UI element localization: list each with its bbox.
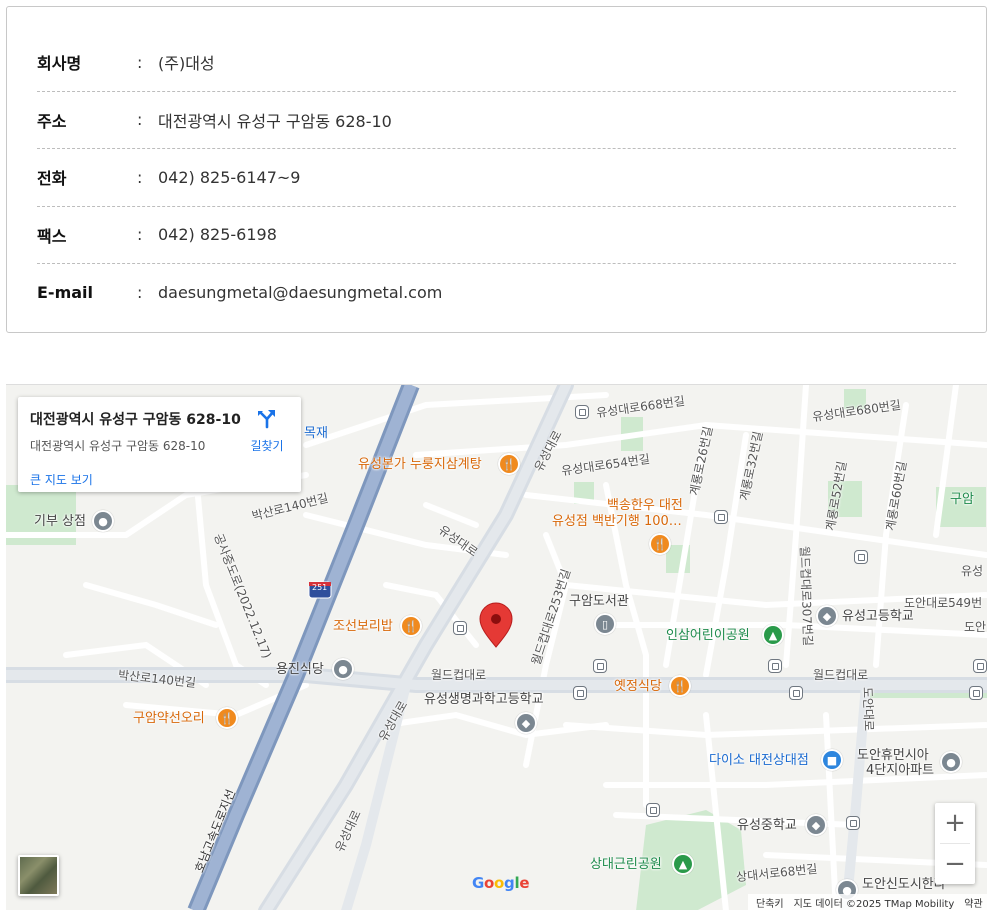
info-row-email: E-mail : daesungmetal@daesungmetal.com xyxy=(37,264,956,322)
info-value: 042) 825-6147~9 xyxy=(158,167,301,187)
map-data-text: 지도 데이터 ©2025 TMap Mobility xyxy=(793,899,955,910)
info-colon: : xyxy=(137,225,143,245)
info-label: 전화 xyxy=(37,169,67,189)
zoom-controls: + − xyxy=(935,803,975,884)
restaurant-icon[interactable]: 🍴 xyxy=(669,675,691,697)
restaurant-icon[interactable]: 🍴 xyxy=(400,615,422,637)
poi-label[interactable]: 조선보리밥 xyxy=(333,620,393,633)
keyboard-shortcuts-link[interactable]: 단축키 xyxy=(756,895,784,910)
poi-label[interactable]: 도안휴먼시아 xyxy=(857,749,929,762)
bus-stop-icon[interactable] xyxy=(453,621,467,635)
restaurant-icon[interactable]: 🍴 xyxy=(498,453,520,475)
poi-label[interactable]: 유성본가 누룽지삼계탕 xyxy=(358,458,482,471)
bus-stop-icon[interactable] xyxy=(789,686,803,700)
road-label: 월드컵대로 xyxy=(431,668,487,682)
info-row-fax: 팩스 : 042) 825-6198 xyxy=(37,207,956,264)
road-label: 도안대로 xyxy=(860,686,876,732)
directions-icon xyxy=(258,410,275,429)
info-colon: : xyxy=(137,167,143,187)
poi-label[interactable]: 유성생명과학고등학교 xyxy=(424,693,544,706)
library-icon[interactable]: ▯ xyxy=(594,613,616,635)
bus-stop-icon[interactable] xyxy=(714,510,728,524)
info-value: (주)대성 xyxy=(158,54,215,74)
poi-label[interactable]: 백송한우 대전 xyxy=(607,499,683,512)
poi-label[interactable]: 구암약선오리 xyxy=(133,712,205,725)
school-icon[interactable]: ◆ xyxy=(805,814,827,836)
poi-label[interactable]: 인삼어린이공원 xyxy=(666,629,750,642)
info-label: 주소 xyxy=(37,111,67,131)
shop-icon[interactable]: ● xyxy=(332,658,354,680)
zoom-out-button[interactable]: − xyxy=(935,844,975,884)
google-logo-letter: g xyxy=(504,874,515,892)
info-row-address: 주소 : 대전광역시 유성구 구암동 628-10 xyxy=(37,92,956,149)
apartment-icon[interactable]: ● xyxy=(940,751,962,773)
satellite-layer-toggle[interactable] xyxy=(18,855,59,896)
info-row-phone: 전화 : 042) 825-6147~9 xyxy=(37,149,956,207)
directions-button[interactable]: 길찾기 xyxy=(245,407,289,454)
restaurant-icon[interactable]: 🍴 xyxy=(649,533,671,555)
road-label: 월드컵대로307번길 xyxy=(797,545,815,647)
poi-label[interactable]: 상대근린공원 xyxy=(590,858,662,871)
poi-label[interactable]: 옛정식당 xyxy=(614,680,662,693)
shopping-bag-icon[interactable]: ■ xyxy=(821,749,843,771)
google-logo: Google xyxy=(472,874,529,892)
bus-stop-icon[interactable] xyxy=(969,686,983,700)
road-label: 도안대로549번 xyxy=(904,596,983,610)
poi-label[interactable]: 유성고등학교 xyxy=(842,610,914,623)
location-marker[interactable] xyxy=(479,602,513,648)
info-row-company: 회사명 : (주)대성 xyxy=(37,34,956,92)
info-colon: : xyxy=(137,283,143,303)
info-value: 대전광역시 유성구 구암동 628-10 xyxy=(158,111,392,131)
bus-stop-icon[interactable] xyxy=(854,550,868,564)
google-logo-letter: o xyxy=(484,874,495,892)
zoom-in-button[interactable]: + xyxy=(935,803,975,843)
google-logo-letter: o xyxy=(494,874,505,892)
poi-label[interactable]: 다이소 대전상대점 xyxy=(709,754,809,767)
bus-stop-icon[interactable] xyxy=(593,659,607,673)
view-larger-map-link[interactable]: 큰 지도 보기 xyxy=(30,471,93,488)
info-label: 회사명 xyxy=(37,54,82,74)
poi-label[interactable]: 유성점 백반기행 100… xyxy=(552,515,682,528)
google-logo-letter: e xyxy=(519,874,530,892)
company-info-card: 회사명 : (주)대성 주소 : 대전광역시 유성구 구암동 628-10 전화… xyxy=(6,6,987,333)
directions-label: 길찾기 xyxy=(250,439,284,453)
route-shield-number: 251 xyxy=(312,583,328,592)
poi-label[interactable]: 도안신도시한라 xyxy=(862,878,946,891)
poi-label[interactable]: 4단지아파트 xyxy=(866,764,934,777)
road-label: 목재 xyxy=(304,426,328,441)
map-attribution: 단축키 지도 데이터 ©2025 TMap Mobility 약관 xyxy=(748,894,987,910)
poi-label[interactable]: 유성중학교 xyxy=(737,819,797,832)
park-icon[interactable]: ▲ xyxy=(762,624,784,646)
info-value: daesungmetal@daesungmetal.com xyxy=(158,283,443,303)
poi-label[interactable]: 용진식당 xyxy=(276,663,324,676)
bus-stop-icon[interactable] xyxy=(575,405,589,419)
school-icon[interactable]: ◆ xyxy=(816,605,838,627)
bus-stop-icon[interactable] xyxy=(646,803,660,817)
terms-link[interactable]: 약관 xyxy=(964,895,982,910)
place-info-card: 대전광역시 유성구 구암동 628-10 대전광역시 유성구 구암동 628-1… xyxy=(18,397,301,492)
info-label: E-mail xyxy=(37,283,94,303)
bus-stop-icon[interactable] xyxy=(846,816,860,830)
info-colon: : xyxy=(137,110,143,130)
info-colon: : xyxy=(137,52,143,72)
park-icon[interactable]: ▲ xyxy=(672,853,694,875)
bus-stop-icon[interactable] xyxy=(768,659,782,673)
shop-icon[interactable]: ● xyxy=(92,510,114,532)
bus-stop-icon[interactable] xyxy=(973,659,987,673)
road-label: 도안 xyxy=(964,620,987,634)
road-label: 유성 xyxy=(961,564,984,578)
info-value: 042) 825-6198 xyxy=(158,225,277,245)
bus-stop-icon[interactable] xyxy=(573,686,587,700)
road-label: 구암 xyxy=(950,492,974,507)
restaurant-icon[interactable]: 🍴 xyxy=(216,707,238,729)
poi-label[interactable]: 기부 상점 xyxy=(34,515,86,528)
poi-label[interactable]: 구암도서관 xyxy=(569,595,629,608)
info-label: 팩스 xyxy=(37,226,67,246)
embedded-map[interactable]: 유성대로668번길 유성대로680번길 유성대로654번길 유성대로 유성대로 … xyxy=(6,384,987,910)
google-logo-letter: G xyxy=(472,874,485,892)
road-label: 월드컵대로 xyxy=(813,668,869,682)
school-icon[interactable]: ◆ xyxy=(515,712,537,734)
